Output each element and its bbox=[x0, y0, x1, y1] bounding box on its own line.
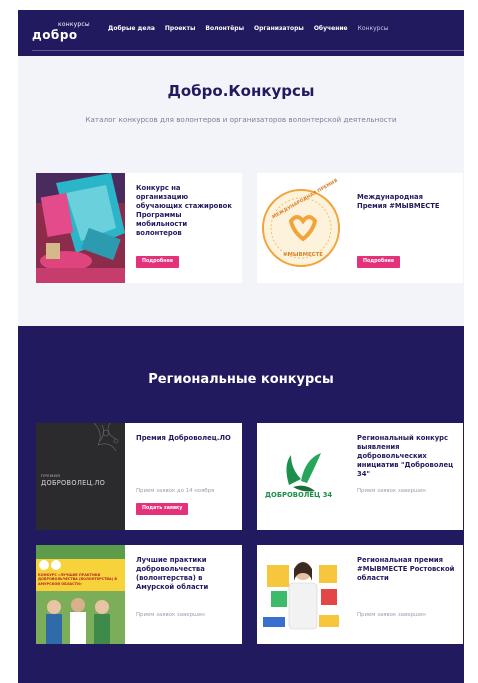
featured-card-mobility[interactable]: Конкурс на организацию обучающих стажиро… bbox=[36, 173, 242, 283]
rostov-photo-illustration bbox=[257, 545, 346, 644]
poster-small-text: ПРЕМИЯ bbox=[41, 473, 61, 478]
card-title: Конкурс на организацию обучающих стажиро… bbox=[136, 184, 232, 237]
card-title: Премия Доброволец.ЛО bbox=[136, 434, 231, 442]
nav-item-volunteers[interactable]: Волонтёры bbox=[205, 25, 244, 32]
mobility-photo-illustration bbox=[36, 173, 125, 283]
logo-main-text: добро bbox=[32, 28, 78, 42]
card-image: КОНКУРС «ЛУЧШИЕ ПРАКТИКИ ДОБРОВОЛЬЧЕСТВА… bbox=[36, 545, 125, 644]
card-status: Прием заявок завершен bbox=[357, 612, 426, 618]
badge-bottom-text: #МЫВМЕСТЕ bbox=[283, 252, 323, 258]
section-title: Региональные конкурсы bbox=[148, 372, 334, 387]
nav-item-contests[interactable]: Конкурсы bbox=[358, 25, 389, 32]
apply-button[interactable]: Подать заявку bbox=[136, 503, 189, 515]
regional-card-dobrovolets-34[interactable]: ДОБРОВОЛЕЦ 34 Региональный конкурс выявл… bbox=[257, 423, 463, 530]
dobro-logo[interactable]: конкурсы добро bbox=[32, 21, 94, 45]
main-nav: Добрые дела Проекты Волонтёры Организато… bbox=[108, 25, 389, 32]
featured-card-mivmeste[interactable]: МЕЖДУНАРОДНАЯ ПРЕМИЯ #МЫВМЕСТЕ Междунаро… bbox=[257, 173, 463, 283]
nav-item-organizers[interactable]: Организаторы bbox=[254, 25, 304, 32]
page: конкурсы добро Добрые дела Проекты Волон… bbox=[18, 0, 464, 683]
nav-item-projects[interactable]: Проекты bbox=[165, 25, 195, 32]
regional-section: Региональные конкурсы ПРЕМИЯ ДОБРОВОЛЕЦ.… bbox=[18, 326, 464, 683]
card-image: ПРЕМИЯ ДОБРОВОЛЕЦ.ЛО bbox=[36, 423, 125, 530]
card-image bbox=[257, 545, 346, 644]
card-image: ДОБРОВОЛЕЦ 34 bbox=[257, 423, 346, 530]
poster-band-text: КОНКУРС «ЛУЧШИЕ ПРАКТИКИ ДОБРОВОЛЬЧЕСТВА… bbox=[38, 573, 117, 586]
more-button[interactable]: Подробнее bbox=[357, 256, 401, 268]
card-title: Международная Премия #МЫВМЕСТЕ bbox=[357, 193, 440, 210]
card-status: Прием заявок завершен bbox=[136, 612, 205, 618]
regional-card-amur[interactable]: КОНКУРС «ЛУЧШИЕ ПРАКТИКИ ДОБРОВОЛЬЧЕСТВА… bbox=[36, 545, 242, 644]
regional-card-rostov[interactable]: Региональная премия #МЫВМЕСТЕ Ростовской… bbox=[257, 545, 463, 644]
card-status: Прием заявок завершен bbox=[357, 488, 426, 494]
regional-card-dobrovolets-lo[interactable]: ПРЕМИЯ ДОБРОВОЛЕЦ.ЛО Премия Доброволец.Л… bbox=[36, 423, 242, 530]
mivmeste-badge-icon bbox=[262, 189, 340, 267]
page-subtitle: Каталог конкурсов для волонтеров и орган… bbox=[85, 115, 397, 124]
logo-sup-text: конкурсы bbox=[58, 21, 90, 28]
card-status: Прием заявок до 14 ноября bbox=[136, 488, 215, 494]
hero-section: Добро.Конкурсы Каталог конкурсов для вол… bbox=[18, 56, 464, 326]
page-margin-right bbox=[464, 0, 478, 683]
card-image bbox=[36, 173, 125, 283]
poster-big-text: ДОБРОВОЛЕЦ.ЛО bbox=[41, 479, 106, 487]
logo-text: ДОБРОВОЛЕЦ 34 bbox=[265, 491, 333, 499]
dobrovolets-34-logo-icon bbox=[286, 453, 321, 492]
nav-item-learning[interactable]: Обучение bbox=[314, 25, 348, 32]
page-margin-left bbox=[0, 0, 18, 683]
site-header: конкурсы добро Добрые дела Проекты Волон… bbox=[18, 10, 464, 56]
card-image: МЕЖДУНАРОДНАЯ ПРЕМИЯ #МЫВМЕСТЕ bbox=[257, 173, 346, 283]
more-button[interactable]: Подробнее bbox=[136, 256, 180, 268]
amur-photo-illustration bbox=[36, 545, 125, 644]
page-title: Добро.Конкурсы bbox=[167, 82, 315, 100]
nav-item-good-deeds[interactable]: Добрые дела bbox=[108, 25, 155, 32]
card-title: Региональный конкурс выявления доброволь… bbox=[357, 434, 454, 478]
card-title: Лучшие практики добровольчества (волонте… bbox=[136, 556, 209, 591]
header-divider bbox=[32, 50, 464, 51]
card-title: Региональная премия #МЫВМЕСТЕ Ростовской… bbox=[357, 556, 455, 582]
